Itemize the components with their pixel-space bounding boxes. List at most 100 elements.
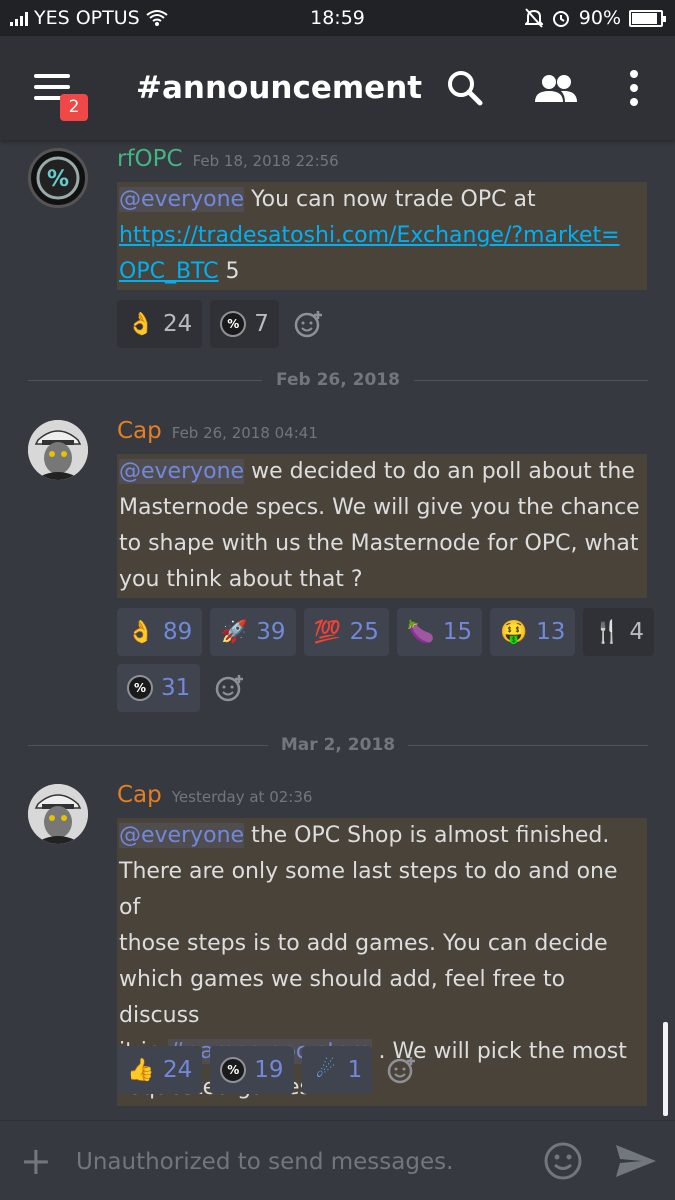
comet-icon: ☄ xyxy=(315,1057,336,1083)
date-divider: Mar 2, 2018 xyxy=(28,735,648,755)
fork-knife-icon: 🍴 xyxy=(593,619,622,645)
scrollbar[interactable] xyxy=(663,1022,668,1116)
opc-logo-icon: % xyxy=(36,156,80,200)
add-emoji-icon xyxy=(294,311,322,338)
message-text: we decided to do an poll about the xyxy=(244,459,635,484)
reaction-comet[interactable]: ☄ 1 xyxy=(301,1046,373,1094)
alarm-icon xyxy=(552,11,569,27)
everyone-mention[interactable]: @everyone xyxy=(119,823,245,848)
everyone-mention[interactable]: @everyone xyxy=(119,459,245,484)
reaction-count: 31 xyxy=(161,675,191,701)
message-timestamp: Feb 26, 2018 04:41 xyxy=(171,424,318,442)
reaction-count: 24 xyxy=(163,1057,193,1083)
reaction-count: 15 xyxy=(442,619,473,645)
avatar[interactable] xyxy=(28,784,88,844)
battery-icon xyxy=(629,9,666,27)
cap-avatar-icon xyxy=(28,784,88,844)
message-text: those steps is to add games. You can dec… xyxy=(119,931,608,956)
ok-hand-icon: 👌 xyxy=(127,619,155,645)
reaction-count: 25 xyxy=(349,619,379,645)
exchange-link-cont[interactable]: OPC_BTC xyxy=(119,259,219,284)
reaction-ok-hand[interactable]: 👌 24 xyxy=(117,300,203,348)
reaction-count: 89 xyxy=(163,619,193,645)
message-author[interactable]: Cap Feb 26, 2018 04:41 xyxy=(117,418,318,444)
opc-icon: % xyxy=(220,311,247,337)
date-divider: Feb 26, 2018 xyxy=(28,370,648,390)
reaction-count: 13 xyxy=(536,619,566,645)
members-icon[interactable] xyxy=(533,68,579,108)
opc-icon: % xyxy=(220,1057,247,1083)
message-text: which games we should add, feel free to … xyxy=(119,967,566,1028)
add-reaction-button[interactable] xyxy=(380,1046,424,1094)
attach-plus-icon[interactable]: + xyxy=(20,1139,52,1183)
opc-icon: % xyxy=(127,675,153,701)
reaction-count: 24 xyxy=(163,311,193,337)
reactions: 👌 24 % 7 xyxy=(117,300,657,348)
hundred-icon: 💯 xyxy=(313,619,342,645)
message-body: @everyone You can now trade OPC at https… xyxy=(117,182,647,290)
status-right: 90% xyxy=(524,7,666,29)
rocket-icon: 🚀 xyxy=(220,619,248,645)
reaction-ok-hand[interactable]: 👌 89 xyxy=(117,608,203,656)
date-divider-label: Feb 26, 2018 xyxy=(276,370,400,390)
mute-bell-icon xyxy=(524,8,543,28)
search-icon[interactable] xyxy=(445,68,485,108)
message-timestamp: Feb 18, 2018 22:56 xyxy=(192,152,339,170)
eggplant-icon: 🍆 xyxy=(407,619,435,645)
message-input-placeholder[interactable]: Unauthorized to send messages. xyxy=(76,1149,453,1175)
message-text: 5 xyxy=(218,259,240,284)
message-text: the OPC Shop is almost finished. xyxy=(244,823,610,848)
everyone-mention[interactable]: @everyone xyxy=(119,187,245,212)
add-emoji-icon xyxy=(216,675,244,702)
add-reaction-button[interactable] xyxy=(208,664,252,712)
reaction-fork-knife[interactable]: 🍴 4 xyxy=(583,608,655,656)
message-input-bar: + Unauthorized to send messages. xyxy=(0,1120,675,1200)
author-name[interactable]: Cap xyxy=(117,782,162,808)
reaction-opc[interactable]: % 19 xyxy=(210,1046,294,1094)
date-divider-label: Mar 2, 2018 xyxy=(280,735,396,755)
channel-header: 2 #announcement xyxy=(0,36,675,140)
money-mouth-icon: 🤑 xyxy=(500,619,528,645)
reaction-count: 1 xyxy=(347,1057,363,1083)
svg-text:%: % xyxy=(47,167,69,192)
message-text: You can now trade OPC at xyxy=(244,187,536,212)
add-emoji-icon xyxy=(387,1057,416,1084)
message-author[interactable]: rfOPC Feb 18, 2018 22:56 xyxy=(117,146,339,172)
status-bar: YES OPTUS 18:59 90% xyxy=(0,0,675,36)
avatar[interactable] xyxy=(28,420,88,480)
cap-avatar-icon xyxy=(28,420,88,480)
reaction-rocket[interactable]: 🚀 39 xyxy=(210,608,296,656)
message-text: to shape with us the Masternode for OPC,… xyxy=(119,531,639,556)
author-name[interactable]: rfOPC xyxy=(117,146,183,172)
message-text: you think about that ? xyxy=(119,567,363,592)
reaction-eggplant[interactable]: 🍆 15 xyxy=(396,608,483,656)
reaction-thumbs-up[interactable]: 👍 24 xyxy=(117,1046,203,1094)
reaction-opc[interactable]: % 7 xyxy=(210,300,279,348)
send-icon[interactable] xyxy=(614,1141,658,1181)
avatar[interactable]: % xyxy=(28,148,88,208)
reactions: 👌 89 🚀 39 💯 25 🍆 15 🤑 13 🍴 4 % 31 xyxy=(117,608,657,712)
add-reaction-button[interactable] xyxy=(287,300,331,348)
author-name[interactable]: Cap xyxy=(117,418,162,444)
reaction-opc[interactable]: % 31 xyxy=(117,664,201,712)
reaction-count: 4 xyxy=(629,619,645,645)
ok-hand-icon: 👌 xyxy=(127,311,155,337)
message-text: There are only some last steps to do and… xyxy=(119,859,618,920)
message-timestamp: Yesterday at 02:36 xyxy=(171,788,313,806)
unread-badge: 2 xyxy=(60,94,88,121)
reaction-count: 19 xyxy=(254,1057,284,1083)
reaction-count: 7 xyxy=(254,311,269,337)
exchange-link[interactable]: https://tradesatoshi.com/Exchange/?marke… xyxy=(119,223,620,248)
battery-percent: 90% xyxy=(578,7,621,29)
more-options-icon[interactable] xyxy=(624,68,644,108)
emoji-picker-icon[interactable] xyxy=(543,1141,583,1181)
channel-title: #announcement xyxy=(136,70,423,106)
thumbs-up-icon: 👍 xyxy=(127,1057,155,1083)
reaction-hundred[interactable]: 💯 25 xyxy=(303,608,389,656)
reaction-money-mouth[interactable]: 🤑 13 xyxy=(490,608,576,656)
message-author[interactable]: Cap Yesterday at 02:36 xyxy=(117,782,312,808)
message-text: Masternode specs. We will give you the c… xyxy=(119,495,640,520)
reactions: 👍 24 % 19 ☄ 1 xyxy=(117,1046,657,1094)
message-body: @everyone we decided to do an poll about… xyxy=(117,454,647,598)
reaction-count: 39 xyxy=(256,619,286,645)
